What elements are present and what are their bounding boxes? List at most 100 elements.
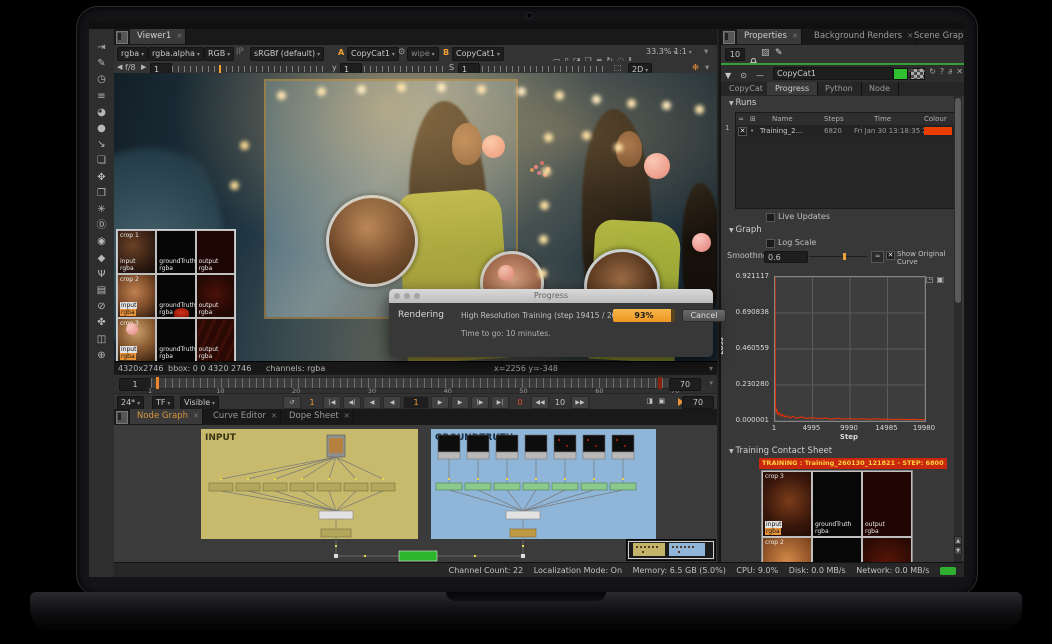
- column-time[interactable]: Time: [874, 113, 891, 125]
- redo-icon[interactable]: ↷: [919, 67, 926, 76]
- dag-node[interactable]: [467, 452, 489, 459]
- column-colour[interactable]: Colour: [924, 113, 947, 125]
- s-ruler[interactable]: [482, 66, 607, 72]
- transport-button[interactable]: 0: [511, 396, 529, 409]
- tab-python[interactable]: Python: [817, 82, 862, 95]
- smoothness-field[interactable]: 0.6: [764, 251, 808, 263]
- transport-button[interactable]: 1: [403, 396, 429, 409]
- wipe-dropdown[interactable]: wipe: [407, 47, 439, 61]
- air-icon[interactable]: ◫: [89, 333, 114, 347]
- dag-node[interactable]: [263, 483, 287, 491]
- close-panel-icon[interactable]: ✕: [956, 67, 963, 76]
- dag-node[interactable]: [566, 445, 568, 447]
- dag-node[interactable]: [474, 555, 476, 557]
- range-end-field[interactable]: 70: [682, 396, 714, 409]
- gain-marker[interactable]: [219, 65, 221, 73]
- input-a-dropdown[interactable]: CopyCat1: [347, 47, 399, 61]
- dag-node[interactable]: [436, 483, 462, 490]
- views-icon[interactable]: ◉: [89, 235, 114, 249]
- transport-button[interactable]: ▶|: [491, 396, 509, 409]
- chevron-down-icon[interactable]: ▾: [709, 379, 713, 387]
- transport-button[interactable]: ↺: [283, 396, 301, 409]
- graph-tool-icon[interactable]: ◳: [926, 275, 934, 284]
- dag-node[interactable]: [247, 478, 249, 480]
- dag-node[interactable]: [523, 483, 549, 490]
- curve-column-icon[interactable]: ≈: [738, 113, 744, 125]
- column-steps[interactable]: Steps: [824, 113, 844, 125]
- column-name[interactable]: Name: [772, 113, 793, 125]
- dag-node[interactable]: [494, 483, 520, 490]
- run-colour-swatch[interactable]: [924, 127, 952, 135]
- run-row[interactable]: ✕ • Training_2... 6820 Fri Jan 30 13:18:…: [736, 125, 954, 137]
- dag-node[interactable]: [593, 478, 595, 480]
- collapse-triangle-icon[interactable]: ▼: [725, 71, 731, 80]
- max-panels-field[interactable]: 10: [725, 48, 745, 61]
- dag-node[interactable]: [564, 478, 566, 480]
- keyer-icon[interactable]: ↘: [89, 138, 114, 152]
- loss-plot[interactable]: [774, 276, 926, 422]
- channel-icon[interactable]: ≡: [89, 90, 114, 104]
- dag-node[interactable]: [334, 554, 338, 558]
- dag-node[interactable]: [438, 435, 460, 452]
- dialog-titlebar[interactable]: Progress: [389, 289, 713, 303]
- image-icon[interactable]: ⇥: [89, 41, 114, 55]
- dag-node[interactable]: [554, 452, 576, 459]
- layer-dropdown[interactable]: rgba.alpha: [148, 47, 204, 61]
- transport-button[interactable]: ▶: [431, 396, 449, 409]
- dag-node[interactable]: [496, 435, 518, 452]
- dag-node[interactable]: [583, 435, 605, 452]
- pane-menu-icon[interactable]: [116, 31, 128, 44]
- scrollbar-thumb[interactable]: [955, 98, 961, 303]
- dag-node[interactable]: [581, 483, 607, 490]
- draw-icon[interactable]: ✎: [89, 57, 114, 71]
- scroll-up-icon[interactable]: ▲: [954, 536, 962, 545]
- close-icon[interactable]: ✕: [271, 409, 277, 424]
- chevron-down-icon[interactable]: ▾: [705, 63, 709, 73]
- dag-node[interactable]: [510, 529, 536, 537]
- next-arrow-icon[interactable]: ▶: [141, 63, 146, 71]
- dag-node[interactable]: [622, 478, 624, 480]
- dag-node[interactable]: [438, 452, 460, 459]
- tab-curve-editor[interactable]: Curve Editor✕: [206, 409, 281, 424]
- dag-node[interactable]: [624, 445, 626, 447]
- close-icon[interactable]: ✕: [792, 29, 798, 44]
- 3d-icon[interactable]: ❒: [89, 187, 114, 201]
- dag-node[interactable]: [587, 439, 589, 441]
- dag-node[interactable]: [344, 483, 368, 491]
- dag-node[interactable]: [371, 483, 395, 491]
- dag-node[interactable]: [448, 478, 450, 480]
- color-icon[interactable]: ◕: [89, 106, 114, 120]
- run-visible-checkbox[interactable]: ✕: [738, 127, 747, 136]
- live-updates-checkbox[interactable]: [766, 213, 775, 222]
- dag-node[interactable]: [382, 478, 384, 480]
- transport-button[interactable]: |▶: [471, 396, 489, 409]
- web-icon[interactable]: ⊕: [89, 349, 114, 363]
- fps-dropdown[interactable]: 24*: [117, 396, 144, 410]
- dag-node[interactable]: [317, 483, 341, 491]
- timeformat-dropdown[interactable]: TF: [152, 396, 174, 410]
- dag-node[interactable]: [364, 555, 366, 557]
- tab-viewer1[interactable]: Viewer1 ✕: [130, 29, 186, 44]
- transform-icon[interactable]: ✥: [89, 171, 114, 185]
- prev-arrow-icon[interactable]: ◀: [117, 63, 122, 71]
- transport-button[interactable]: 10: [551, 396, 569, 409]
- curve-toggle-icon[interactable]: ≈: [871, 251, 884, 263]
- node-indicator-icon[interactable]: ⊙: [740, 71, 747, 80]
- dag-node[interactable]: [521, 554, 525, 558]
- ab-swap-icon[interactable]: ⊙: [398, 47, 405, 57]
- dag-minimap[interactable]: [626, 539, 716, 561]
- tab-background-renders[interactable]: Background Renders✕: [807, 29, 917, 44]
- dag-node[interactable]: [328, 478, 330, 480]
- dag-node[interactable]: [477, 478, 479, 480]
- node-graph-canvas[interactable]: INPUT GROUNDTRUTH: [114, 425, 717, 562]
- dag-node[interactable]: [335, 545, 337, 547]
- end-frame-field[interactable]: 70: [669, 378, 701, 391]
- zoom-level-dropdown[interactable]: 33.3%: [646, 47, 676, 56]
- minimize-icon[interactable]: —: [756, 71, 764, 80]
- run-radio[interactable]: •: [750, 125, 754, 137]
- roi-icon[interactable]: ⬚: [614, 63, 622, 72]
- dag-node[interactable]: [467, 435, 489, 452]
- transport-button[interactable]: 1: [303, 396, 321, 409]
- transport-button[interactable]: ▶▶: [571, 396, 589, 409]
- dag-node[interactable]: [399, 551, 437, 561]
